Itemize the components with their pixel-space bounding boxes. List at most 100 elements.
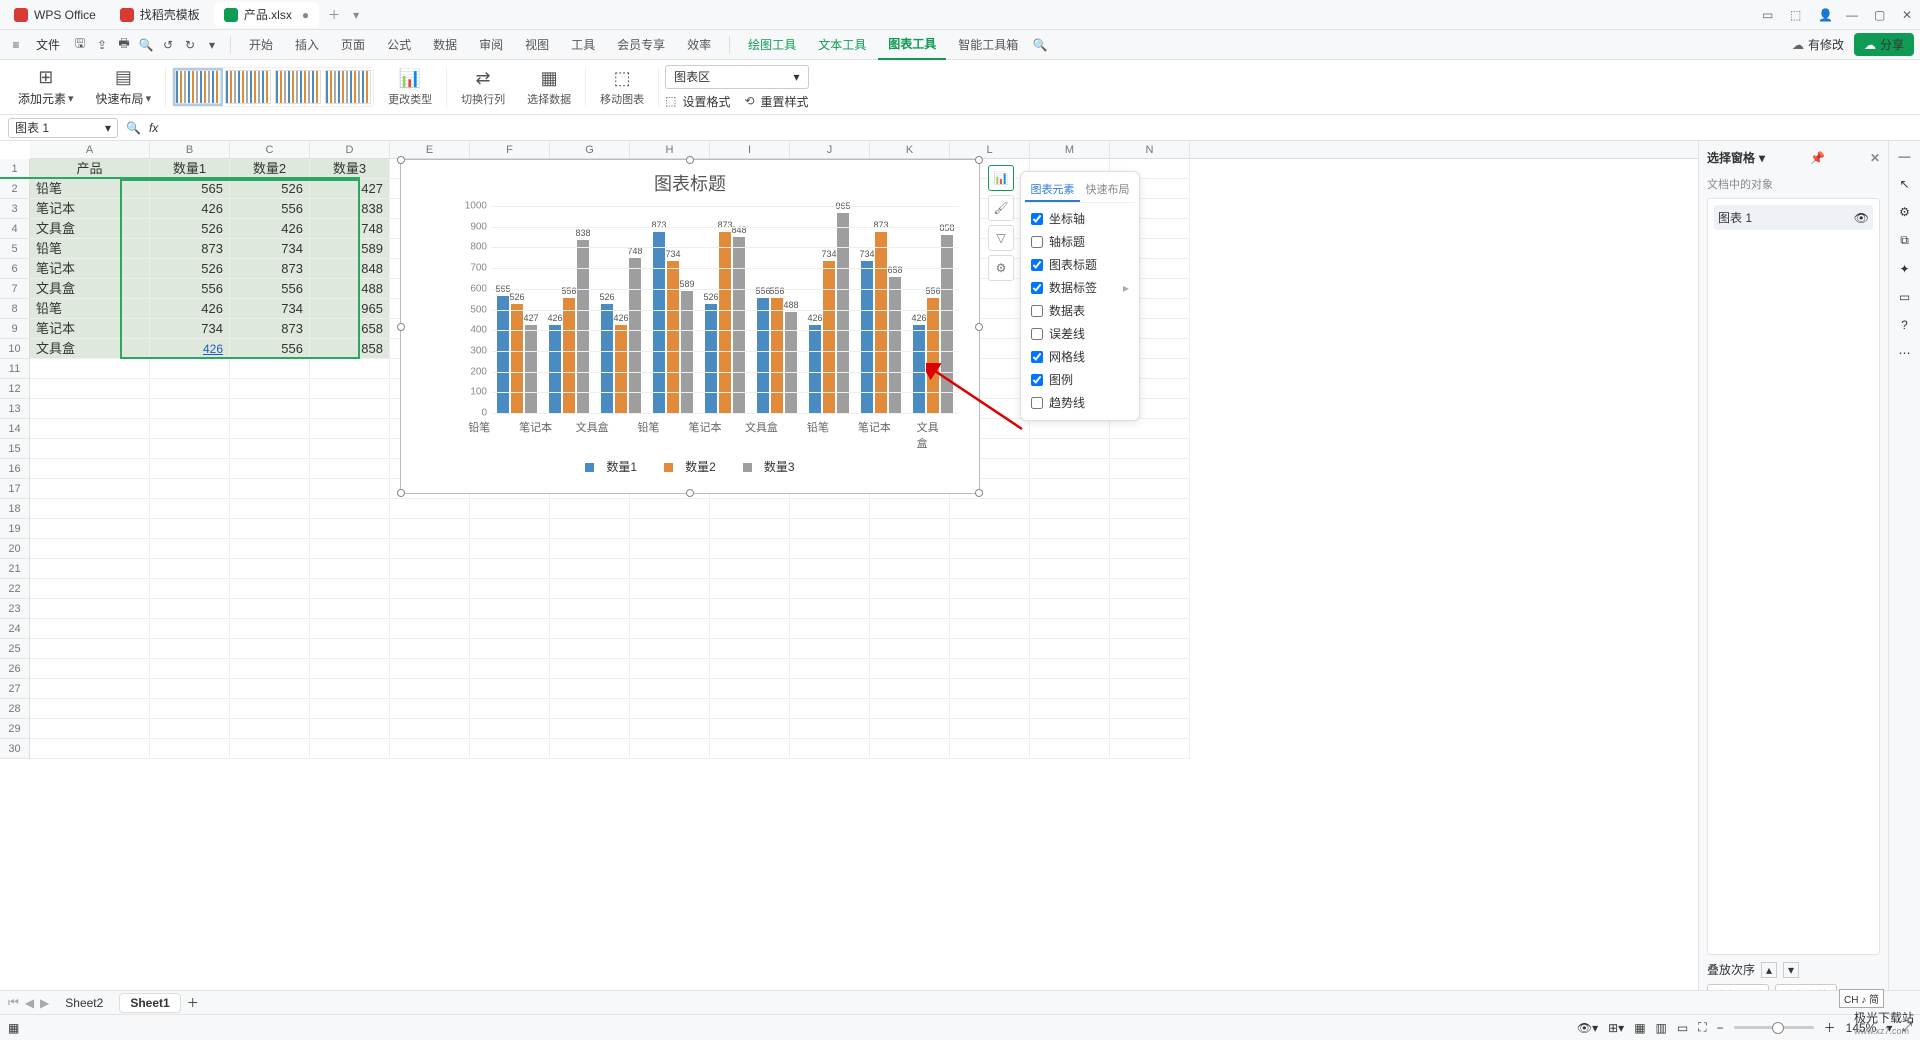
cell[interactable] bbox=[150, 559, 230, 579]
row-header[interactable]: 27 bbox=[0, 679, 29, 699]
cell[interactable] bbox=[550, 699, 630, 719]
cell[interactable]: 426 bbox=[230, 219, 310, 239]
bar[interactable]: 873 bbox=[719, 232, 731, 413]
col-header[interactable]: N bbox=[1110, 141, 1190, 158]
cell[interactable] bbox=[870, 659, 950, 679]
cell[interactable] bbox=[870, 719, 950, 739]
bar[interactable]: 526 bbox=[705, 304, 717, 413]
cell[interactable] bbox=[790, 619, 870, 639]
cell[interactable]: 556 bbox=[150, 279, 230, 299]
cell[interactable] bbox=[550, 739, 630, 759]
row-header[interactable]: 19 bbox=[0, 519, 29, 539]
sheet-tab-1[interactable]: Sheet1 bbox=[119, 993, 180, 1013]
bar[interactable]: 556 bbox=[927, 298, 939, 413]
cell[interactable]: 426 bbox=[150, 299, 230, 319]
cell[interactable]: 数量1 bbox=[150, 159, 230, 179]
pin-icon[interactable]: 📌 bbox=[1810, 151, 1825, 165]
cell[interactable] bbox=[470, 619, 550, 639]
cell[interactable] bbox=[1110, 619, 1190, 639]
popup-item[interactable]: 误差线 bbox=[1025, 322, 1135, 345]
cell[interactable] bbox=[630, 539, 710, 559]
zoom-in-button[interactable]: ＋ bbox=[1824, 1019, 1836, 1036]
cell[interactable] bbox=[390, 599, 470, 619]
cell[interactable] bbox=[30, 359, 150, 379]
cell[interactable] bbox=[150, 619, 230, 639]
cell[interactable] bbox=[790, 739, 870, 759]
bar[interactable]: 965 bbox=[837, 213, 849, 413]
cell[interactable]: 数量3 bbox=[310, 159, 390, 179]
cell[interactable] bbox=[310, 539, 390, 559]
bar[interactable]: 734 bbox=[823, 261, 835, 413]
col-header[interactable]: K bbox=[870, 141, 950, 158]
row-header[interactable]: 4 bbox=[0, 219, 29, 239]
cell[interactable] bbox=[1030, 639, 1110, 659]
cell[interactable] bbox=[1030, 439, 1110, 459]
row-header[interactable]: 28 bbox=[0, 699, 29, 719]
cell[interactable]: 笔记本 bbox=[30, 319, 150, 339]
close-pane-icon[interactable]: ✕ bbox=[1870, 151, 1880, 165]
cell[interactable] bbox=[310, 699, 390, 719]
cell[interactable]: 858 bbox=[310, 339, 390, 359]
bar[interactable]: 873 bbox=[653, 232, 665, 413]
cell[interactable]: 426 bbox=[150, 339, 230, 359]
cell[interactable] bbox=[30, 479, 150, 499]
cell[interactable] bbox=[710, 519, 790, 539]
layers-icon[interactable]: ⧉ bbox=[1900, 233, 1909, 248]
popup-item[interactable]: 坐标轴 bbox=[1025, 207, 1135, 230]
cell[interactable]: 笔记本 bbox=[30, 259, 150, 279]
bar[interactable]: 556 bbox=[563, 298, 575, 413]
cell[interactable] bbox=[30, 419, 150, 439]
cell[interactable] bbox=[30, 579, 150, 599]
prev-sheet-icon[interactable]: ◀ bbox=[25, 996, 34, 1010]
cell[interactable] bbox=[870, 699, 950, 719]
cloud-status[interactable]: ☁ 有修改 bbox=[1792, 36, 1844, 53]
bar[interactable]: 426 bbox=[809, 325, 821, 413]
cell[interactable]: 526 bbox=[230, 179, 310, 199]
next-sheet-icon[interactable]: ▶ bbox=[40, 996, 49, 1010]
tab-smart[interactable]: 智能工具箱 bbox=[948, 30, 1028, 60]
object-item-chart[interactable]: 图表 1👁 bbox=[1714, 205, 1873, 230]
style-thumb-4[interactable] bbox=[325, 70, 371, 104]
cell[interactable] bbox=[1110, 459, 1190, 479]
row-header[interactable]: 30 bbox=[0, 739, 29, 759]
cell[interactable] bbox=[550, 719, 630, 739]
cell[interactable] bbox=[230, 719, 310, 739]
app-tab-wps[interactable]: WPS Office bbox=[4, 2, 106, 28]
chart-title[interactable]: 图表标题 bbox=[401, 170, 979, 196]
cell[interactable]: 838 bbox=[310, 199, 390, 219]
cell[interactable] bbox=[150, 719, 230, 739]
cell[interactable] bbox=[950, 619, 1030, 639]
cell[interactable]: 873 bbox=[150, 239, 230, 259]
cell[interactable] bbox=[710, 599, 790, 619]
cell[interactable] bbox=[150, 359, 230, 379]
cell[interactable] bbox=[390, 559, 470, 579]
row-header[interactable]: 10 bbox=[0, 339, 29, 359]
settings-icon[interactable]: ⚙ bbox=[1899, 205, 1910, 219]
style-thumb-2[interactable] bbox=[225, 70, 271, 104]
cursor-icon[interactable]: ↖ bbox=[1899, 177, 1909, 191]
export-icon[interactable]: ⇪ bbox=[92, 38, 112, 52]
cell[interactable] bbox=[1030, 459, 1110, 479]
cell[interactable] bbox=[1110, 419, 1190, 439]
cell[interactable] bbox=[30, 599, 150, 619]
cell[interactable] bbox=[310, 719, 390, 739]
more-icon[interactable]: ⋯ bbox=[1899, 346, 1911, 360]
cell[interactable] bbox=[150, 419, 230, 439]
row-header[interactable]: 17 bbox=[0, 479, 29, 499]
cell[interactable] bbox=[870, 579, 950, 599]
cell[interactable] bbox=[470, 579, 550, 599]
bar[interactable]: 426 bbox=[549, 325, 561, 413]
cell[interactable] bbox=[150, 639, 230, 659]
col-header[interactable]: D bbox=[310, 141, 390, 158]
checkbox[interactable] bbox=[1031, 282, 1043, 294]
cell[interactable] bbox=[950, 719, 1030, 739]
cell[interactable]: 848 bbox=[310, 259, 390, 279]
cell[interactable] bbox=[870, 519, 950, 539]
row-header[interactable]: 1 bbox=[0, 159, 29, 179]
cell[interactable]: 笔记本 bbox=[30, 199, 150, 219]
chart-styles-button[interactable]: 🖌 bbox=[988, 195, 1014, 221]
cell[interactable] bbox=[630, 639, 710, 659]
cell[interactable] bbox=[230, 399, 310, 419]
tab-page[interactable]: 页面 bbox=[331, 30, 375, 60]
cell[interactable] bbox=[230, 739, 310, 759]
